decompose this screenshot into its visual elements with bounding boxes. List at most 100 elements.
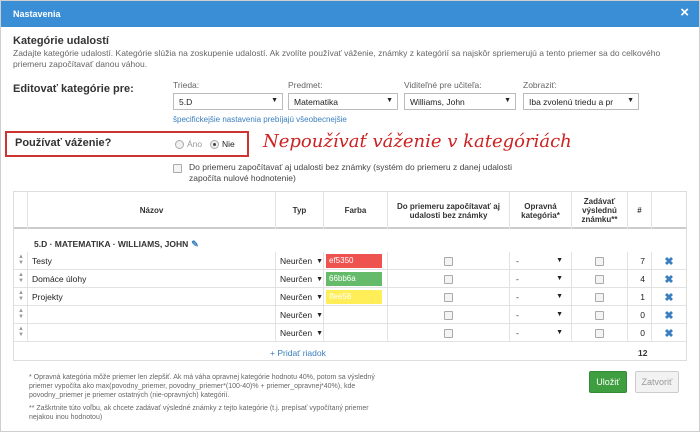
color-cell (324, 306, 388, 324)
add-row-button[interactable]: + Pridať riadok (270, 348, 326, 358)
section-description: Zadajte kategórie udalostí. Kategórie sl… (13, 48, 661, 69)
corrective-select[interactable]: - ▼ (510, 288, 572, 306)
delete-icon[interactable]: ✖ (652, 270, 686, 288)
delete-icon[interactable]: ✖ (652, 324, 686, 342)
include-checkbox[interactable] (444, 310, 453, 320)
type-value: Neurčen (280, 328, 313, 338)
type-select[interactable]: Neurčen ▼ (276, 252, 324, 270)
chevron-down-icon: ▼ (271, 97, 278, 104)
corrective-value: - (516, 256, 519, 266)
category-name[interactable]: Domáce úlohy (28, 270, 276, 288)
dialog-title: Nastavenia (13, 9, 61, 19)
specific-settings-link[interactable]: špecifickejšie nastavenia prebíjajú všeo… (173, 115, 347, 124)
sort-handle[interactable]: ▲ ▼ (14, 288, 28, 306)
final-checkbox[interactable] (595, 256, 604, 266)
sort-handle[interactable]: ▲ ▼ (14, 252, 28, 270)
chevron-down-icon: ▼ (316, 275, 324, 283)
final-cell (572, 288, 628, 306)
header-sort (14, 192, 28, 229)
type-select[interactable]: Neurčen ▼ (276, 288, 324, 306)
corrective-value: - (516, 310, 519, 320)
include-ungraded-text: Do priemeru započítavať aj udalosti bez … (189, 162, 513, 183)
subject-label: Predmet: (288, 80, 323, 90)
chevron-down-icon: ▼ (386, 97, 393, 104)
corrective-select[interactable]: - ▼ (510, 270, 572, 288)
sort-handle[interactable]: ▲ ▼ (14, 270, 28, 288)
color-input[interactable]: 66bb6a (326, 272, 382, 286)
category-name[interactable]: Testy (28, 252, 276, 270)
corrective-select[interactable]: - ▼ (510, 324, 572, 342)
save-button[interactable]: Uložiť (589, 371, 627, 393)
include-checkbox[interactable] (444, 256, 453, 266)
table-row: ▲ ▼ Neurčen ▼ - ▼ 0 ✖ (14, 324, 686, 342)
color-input[interactable]: ffee58 (326, 290, 382, 304)
chevron-down-icon: ▼ (316, 257, 324, 265)
chevron-down-icon: ▼ (316, 293, 324, 301)
group-header: 5.D · MATEMATIKA · WILLIAMS, JOHN ✎ (34, 239, 199, 250)
final-checkbox[interactable] (595, 292, 604, 302)
sort-arrows-icon: ▲ ▼ (18, 290, 24, 302)
close-button[interactable]: Zatvoriť (635, 371, 679, 393)
color-input[interactable]: ef5350 (326, 254, 382, 268)
corrective-select[interactable]: - ▼ (510, 306, 572, 324)
color-cell (324, 324, 388, 342)
chevron-down-icon: ▼ (627, 97, 634, 104)
sort-arrows-icon: ▲ ▼ (18, 272, 24, 284)
count-value: 1 (628, 288, 652, 306)
category-name[interactable] (28, 306, 276, 324)
radio-yes[interactable]: Áno (175, 139, 202, 149)
category-name[interactable]: Projekty (28, 288, 276, 306)
table-row: ▲ ▼ Projekty Neurčen ▼ ffee58 - ▼ 1 ✖ (14, 288, 686, 306)
type-value: Neurčen (280, 256, 313, 266)
subject-select-value: Matematika (294, 97, 338, 107)
include-cell (388, 252, 510, 270)
settings-dialog: Nastavenia × Kategórie udalostí Zadajte … (0, 0, 700, 432)
teacher-label: Viditeľné pre učiteľa: (404, 80, 482, 90)
radio-circle-icon (210, 139, 219, 149)
radio-no[interactable]: Nie (210, 139, 235, 149)
type-value: Neurčen (280, 310, 313, 320)
teacher-select[interactable]: Williams, John ▼ (404, 93, 516, 110)
delete-icon[interactable]: ✖ (652, 288, 686, 306)
include-ungraded-checkbox[interactable] (173, 164, 182, 173)
type-select[interactable]: Neurčen ▼ (276, 324, 324, 342)
type-select[interactable]: Neurčen ▼ (276, 270, 324, 288)
color-input[interactable] (326, 308, 382, 322)
final-cell (572, 252, 628, 270)
subject-select[interactable]: Matematika ▼ (288, 93, 398, 110)
final-checkbox[interactable] (595, 328, 604, 338)
close-icon[interactable]: × (680, 5, 689, 21)
weighting-label: Používať váženie? (15, 137, 112, 149)
class-select[interactable]: 5.D ▼ (173, 93, 283, 110)
corrective-select[interactable]: - ▼ (510, 252, 572, 270)
corrective-value: - (516, 292, 519, 302)
sort-handle[interactable]: ▲ ▼ (14, 306, 28, 324)
group-title: 5.D · MATEMATIKA · WILLIAMS, JOHN (34, 239, 189, 249)
sort-arrows-icon: ▲ ▼ (18, 254, 24, 266)
header-name: Názov (28, 192, 276, 229)
weighting-annotation: Nepoužívať váženie v kategóriách (263, 131, 572, 152)
display-label: Zobraziť: (523, 80, 557, 90)
include-cell (388, 306, 510, 324)
count-value: 0 (628, 306, 652, 324)
delete-icon[interactable]: ✖ (652, 306, 686, 324)
chevron-down-icon: ▼ (556, 257, 563, 264)
include-checkbox[interactable] (444, 292, 453, 302)
final-checkbox[interactable] (595, 274, 604, 284)
color-input[interactable] (326, 326, 382, 340)
type-value: Neurčen (280, 292, 313, 302)
sort-arrows-icon: ▲ ▼ (18, 326, 24, 338)
radio-circle-icon (175, 139, 184, 149)
type-select[interactable]: Neurčen ▼ (276, 306, 324, 324)
include-checkbox[interactable] (444, 328, 453, 338)
include-checkbox[interactable] (444, 274, 453, 284)
pencil-icon[interactable]: ✎ (191, 239, 199, 249)
display-select[interactable]: Iba zvolenú triedu a pr ▼ (523, 93, 639, 110)
radio-no-label: Nie (222, 139, 235, 149)
radio-yes-label: Áno (187, 139, 203, 149)
sort-handle[interactable]: ▲ ▼ (14, 324, 28, 342)
category-name[interactable] (28, 324, 276, 342)
final-checkbox[interactable] (595, 310, 604, 320)
total-count: 12 (638, 348, 648, 358)
delete-icon[interactable]: ✖ (652, 252, 686, 270)
